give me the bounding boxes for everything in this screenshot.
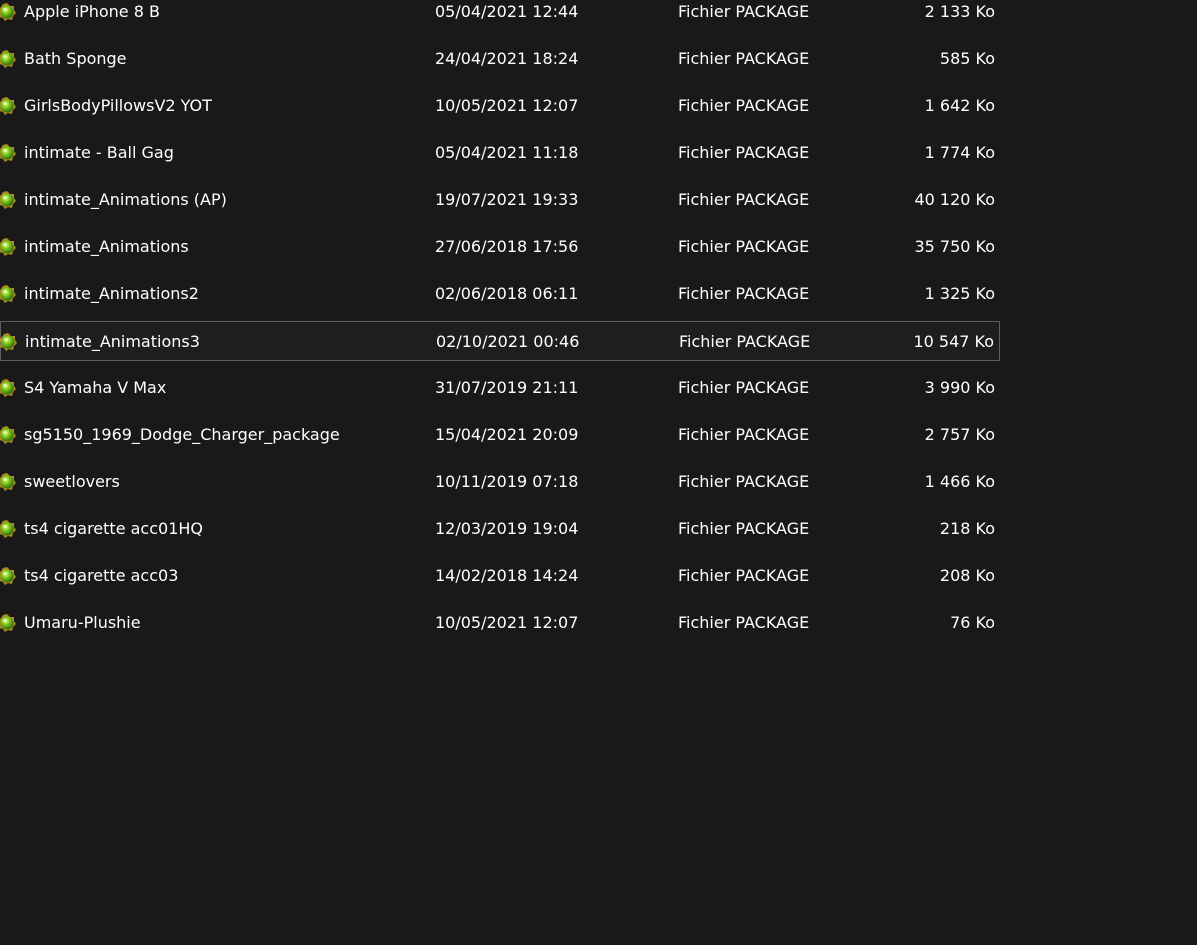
package-icon (0, 49, 17, 69)
file-name: Umaru-Plushie (24, 613, 141, 632)
file-name: Bath Sponge (24, 49, 127, 68)
file-row[interactable]: intimate_Animations (AP) 19/07/2021 19:33… (0, 180, 1000, 220)
file-type: Fichier PACKAGE (678, 613, 810, 632)
file-name: intimate_Animations2 (24, 284, 199, 303)
file-date-modified: 10/05/2021 12:07 (435, 613, 579, 632)
file-name: ts4 cigarette acc01HQ (24, 519, 204, 538)
file-name: intimate_Animations (24, 237, 189, 256)
file-size: 208 Ko (939, 566, 995, 585)
file-row[interactable]: intimate_Animations3 02/10/2021 00:46 Fich… (0, 321, 1000, 361)
file-name: intimate_Animations3 (25, 332, 200, 351)
file-row[interactable]: sg5150_1969_Dodge_Charger_package 15/04/2… (0, 415, 1000, 455)
file-date-modified: 05/04/2021 12:44 (435, 2, 579, 21)
file-date-modified: 10/05/2021 12:07 (435, 96, 579, 115)
file-name: intimate_Animations (AP) (24, 190, 227, 209)
file-size: 1 466 Ko (924, 472, 995, 491)
file-name: GirlsBodyPillowsV2 YOT (24, 96, 212, 115)
file-size: 76 Ko (950, 613, 995, 632)
file-type: Fichier PACKAGE (678, 143, 810, 162)
file-row[interactable]: Apple iPhone 8 B 05/04/2021 12:44 Fichier … (0, 0, 1000, 32)
package-icon (0, 566, 17, 586)
file-date-modified: 27/06/2018 17:56 (435, 237, 579, 256)
file-date-modified: 15/04/2021 20:09 (435, 425, 579, 444)
file-size: 40 120 Ko (914, 190, 995, 209)
package-icon (0, 2, 17, 22)
file-type: Fichier PACKAGE (678, 237, 810, 256)
package-icon (0, 332, 18, 352)
file-type: Fichier PACKAGE (678, 472, 810, 491)
file-row[interactable]: ts4 cigarette acc01HQ 12/03/2019 19:04 Fic… (0, 509, 1000, 549)
file-date-modified: 12/03/2019 19:04 (435, 519, 579, 538)
package-icon (0, 378, 17, 398)
file-date-modified: 10/11/2019 07:18 (435, 472, 579, 491)
file-type: Fichier PACKAGE (679, 332, 811, 351)
file-row[interactable]: intimate_Animations2 02/06/2018 06:11 Fich… (0, 274, 1000, 314)
file-name: sweetlovers (24, 472, 120, 491)
package-icon (0, 96, 17, 116)
file-date-modified: 02/06/2018 06:11 (435, 284, 579, 303)
file-row[interactable]: intimate - Ball Gag 05/04/2021 11:18 Fichi… (0, 133, 1000, 173)
package-icon (0, 519, 17, 539)
file-type: Fichier PACKAGE (678, 2, 810, 21)
file-size: 2 133 Ko (924, 2, 995, 21)
package-icon (0, 425, 17, 445)
file-name: Apple iPhone 8 B (24, 2, 160, 21)
file-size: 35 750 Ko (914, 237, 995, 256)
file-row[interactable]: S4 Yamaha V Max 31/07/2019 21:11 Fichier P… (0, 368, 1000, 408)
file-date-modified: 31/07/2019 21:11 (435, 378, 579, 397)
file-type: Fichier PACKAGE (678, 566, 810, 585)
package-icon (0, 284, 17, 304)
file-row[interactable]: GirlsBodyPillowsV2 YOT 10/05/2021 12:07 Fi… (0, 86, 1000, 126)
file-name: S4 Yamaha V Max (24, 378, 167, 397)
package-icon (0, 190, 17, 210)
file-row[interactable]: Umaru-Plushie 10/05/2021 12:07 Fichier PAC… (0, 603, 1000, 643)
file-size: 1 325 Ko (924, 284, 995, 303)
file-date-modified: 24/04/2021 18:24 (435, 49, 579, 68)
package-icon (0, 143, 17, 163)
file-size: 3 990 Ko (924, 378, 995, 397)
package-icon (0, 472, 17, 492)
file-row[interactable]: intimate_Animations 27/06/2018 17:56 Fichi… (0, 227, 1000, 267)
file-type: Fichier PACKAGE (678, 96, 810, 115)
file-size: 218 Ko (939, 519, 995, 538)
file-date-modified: 19/07/2021 19:33 (435, 190, 579, 209)
file-row[interactable]: sweetlovers 10/11/2019 07:18 Fichier PACKA… (0, 462, 1000, 502)
file-size: 2 757 Ko (924, 425, 995, 444)
file-size: 10 547 Ko (913, 332, 994, 351)
file-size: 1 774 Ko (924, 143, 995, 162)
file-row[interactable]: ts4 cigarette acc03 14/02/2018 14:24 Fichi… (0, 556, 1000, 596)
file-date-modified: 14/02/2018 14:24 (435, 566, 579, 585)
file-type: Fichier PACKAGE (678, 425, 810, 444)
file-name: intimate - Ball Gag (24, 143, 174, 162)
file-type: Fichier PACKAGE (678, 49, 810, 68)
file-type: Fichier PACKAGE (678, 378, 810, 397)
file-size: 585 Ko (939, 49, 995, 68)
file-date-modified: 05/04/2021 11:18 (435, 143, 579, 162)
file-name: sg5150_1969_Dodge_Charger_package (24, 425, 340, 444)
file-size: 1 642 Ko (924, 96, 995, 115)
file-type: Fichier PACKAGE (678, 284, 810, 303)
package-icon (0, 613, 17, 633)
file-type: Fichier PACKAGE (678, 190, 810, 209)
file-name: ts4 cigarette acc03 (24, 566, 179, 585)
file-type: Fichier PACKAGE (678, 519, 810, 538)
file-date-modified: 02/10/2021 00:46 (436, 332, 580, 351)
file-row[interactable]: Bath Sponge 24/04/2021 18:24 Fichier PACKA… (0, 39, 1000, 79)
package-icon (0, 237, 17, 257)
